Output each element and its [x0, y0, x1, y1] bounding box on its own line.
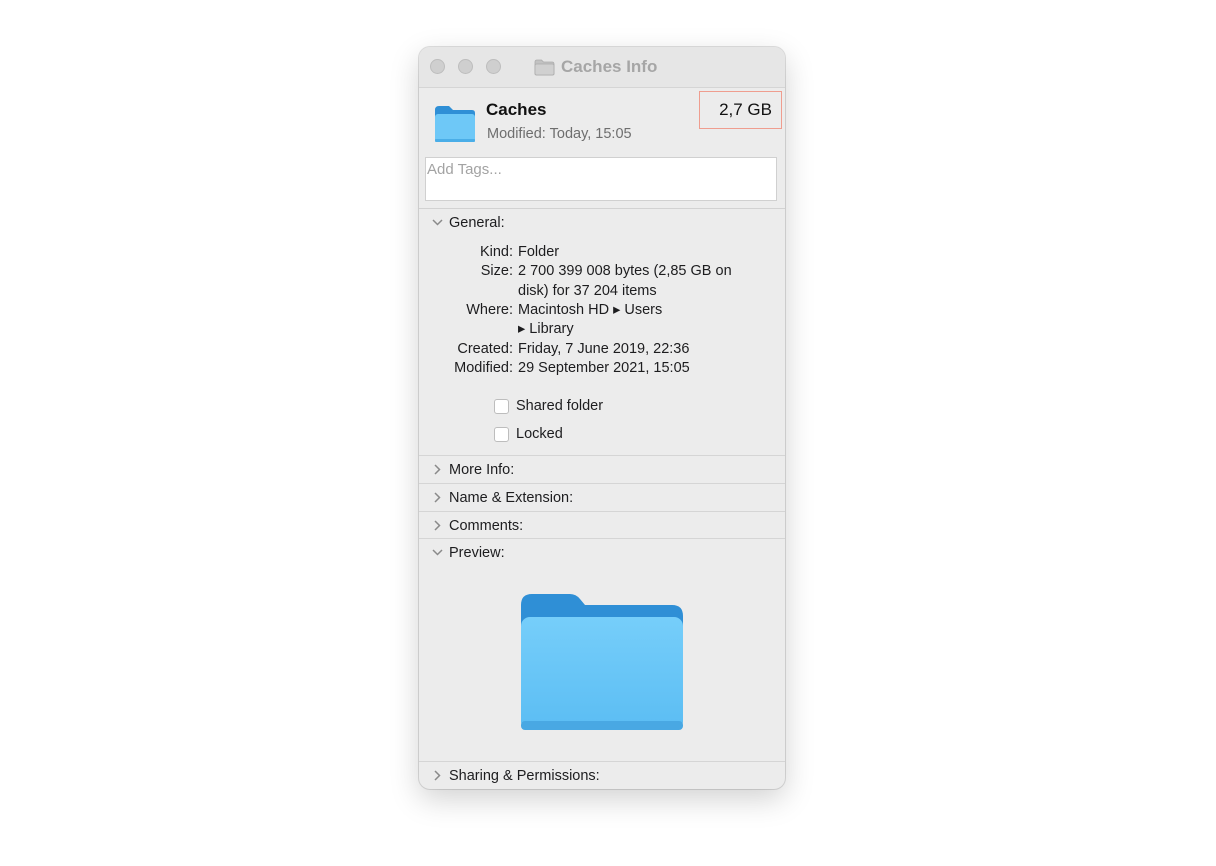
name-extension-title: Name & Extension: [449, 489, 574, 506]
name-extension-section-header[interactable]: Name & Extension: [419, 484, 785, 511]
add-tags-field[interactable]: Add Tags... [425, 157, 777, 201]
zoom-button[interactable] [486, 59, 501, 74]
locked-checkbox[interactable] [494, 426, 509, 442]
folder-icon [521, 594, 683, 730]
size-label: Size: [480, 263, 513, 279]
folder-icon [534, 59, 555, 75]
general-modified-label: Modified: [454, 360, 513, 376]
created-label: Created: [457, 341, 513, 357]
file-name: Caches [486, 100, 547, 119]
minimize-button[interactable] [458, 59, 473, 74]
shared-folder-checkbox[interactable] [494, 398, 509, 414]
file-size: 2,7 GB [699, 91, 782, 129]
modified-value: Today, 15:05 [549, 126, 632, 142]
modified-label: Modified: [487, 126, 546, 142]
general-modified-value: 29 September 2021, 15:05 [518, 360, 690, 376]
general-section-header[interactable]: General: [419, 209, 785, 236]
preview-section-header[interactable]: Preview: [419, 539, 785, 566]
title-bar: Caches Info [419, 47, 785, 88]
window-title-area: Caches Info [534, 56, 657, 78]
close-button[interactable] [430, 59, 445, 74]
general-title: General: [449, 214, 505, 231]
kind-label: Kind: [479, 244, 513, 260]
chevron-right-icon [431, 520, 443, 532]
info-header: Caches Modified: Today, 15:05 2,7 GB Add… [419, 88, 785, 209]
window-title: Caches Info [561, 57, 658, 76]
chevron-right-icon [431, 492, 443, 504]
sharing-permissions-title: Sharing & Permissions: [449, 767, 600, 784]
chevron-down-icon [431, 217, 443, 229]
shared-folder-row: Shared folder [494, 398, 603, 414]
where-label: Where: [466, 302, 513, 318]
kind-value: Folder [518, 244, 560, 260]
chevron-down-icon [431, 547, 443, 559]
info-window: Caches Info Caches Modified: Today, 15:0… [419, 47, 785, 789]
comments-section-header[interactable]: Comments: [419, 512, 785, 539]
where-value-line1: Macintosh HD ▸ Users [518, 302, 663, 318]
comments-title: Comments: [449, 517, 524, 534]
sharing-permissions-section-header[interactable]: Sharing & Permissions: [419, 762, 785, 789]
more-info-title: More Info: [449, 461, 515, 478]
more-info-section-header[interactable]: More Info: [419, 456, 785, 483]
chevron-right-icon [431, 770, 443, 782]
locked-row: Locked [494, 426, 563, 442]
size-value-line1: 2 700 399 008 bytes (2,85 GB on [518, 263, 732, 279]
preview-title: Preview: [449, 544, 505, 561]
chevron-right-icon [431, 464, 443, 476]
folder-icon [435, 106, 475, 142]
created-value: Friday, 7 June 2019, 22:36 [518, 341, 690, 357]
size-value-line2: disk) for 37 204 items [518, 283, 657, 299]
shared-folder-label: Shared folder [516, 398, 604, 414]
where-value-line2: ▸ Library [518, 321, 574, 337]
locked-label: Locked [516, 426, 563, 442]
header-modified: Modified: Today, 15:05 [487, 126, 632, 142]
